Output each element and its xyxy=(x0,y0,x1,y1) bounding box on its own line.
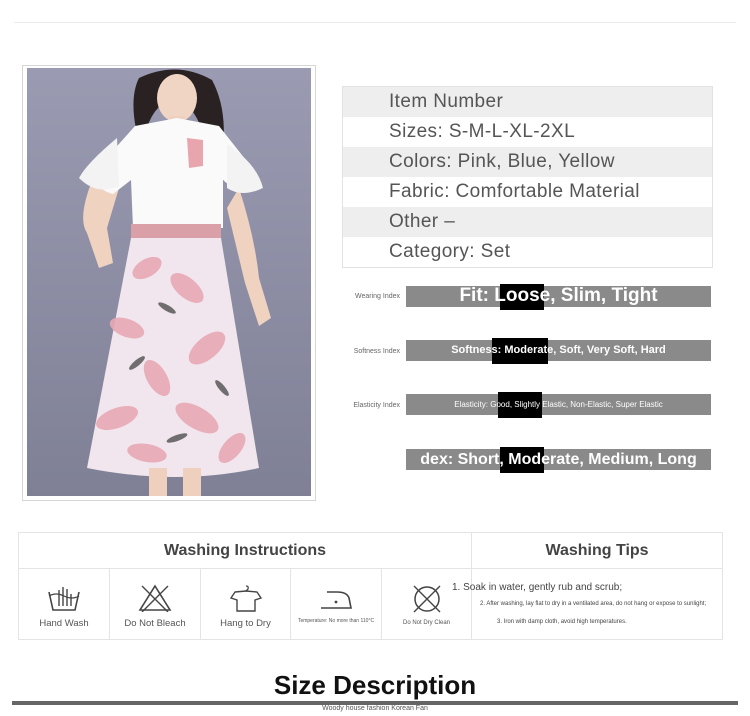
spec-row-other: Other – xyxy=(343,207,712,237)
no-bleach-label: Do Not Bleach xyxy=(124,618,186,629)
washing-tip-3: 3. Iron with damp cloth, avoid high temp… xyxy=(497,619,627,625)
elasticity-index-label: Elasticity Index xyxy=(353,402,400,409)
spec-row-sizes: Sizes: S-M-L-XL-2XL xyxy=(389,121,576,142)
softness-index-label: Softness Index xyxy=(353,348,400,355)
length-index-bar: dex: Short, Moderate, Medium, Long xyxy=(406,447,711,473)
iron-icon xyxy=(321,591,352,609)
hang-to-dry-label: Hang to Dry xyxy=(220,618,271,629)
hand-wash-cell: Hand Wash xyxy=(19,569,109,639)
hand-wash-label: Hand Wash xyxy=(39,618,89,629)
washing-tip-2: 2. After washing, lay flat to dry in a v… xyxy=(480,601,707,607)
softness-index-text: Softness: Moderate, Soft, Very Soft, Har… xyxy=(451,344,666,356)
washing-tip-1: 1. Soak in water, gently rub and scrub; xyxy=(452,582,623,593)
no-dry-clean-label: Do Not Dry Clean xyxy=(402,620,450,626)
elasticity-index-text: Elasticity: Good, Slightly Elastic, Non-… xyxy=(454,400,663,409)
tips-divider xyxy=(472,568,722,569)
no-bleach-cell: Do Not Bleach xyxy=(110,569,200,639)
spec-row-colors: Colors: Pink, Blue, Yellow xyxy=(343,147,712,177)
no-dry-clean-cell: Do Not Dry Clean xyxy=(382,569,471,639)
length-index-text: dex: Short, Moderate, Medium, Long xyxy=(420,451,697,468)
spec-row-category: Category: Set xyxy=(389,241,511,262)
washing-tips-title: Washing Tips xyxy=(545,542,649,559)
hang-to-dry-icon xyxy=(229,585,262,612)
washing-instructions-title: Washing Instructions xyxy=(163,542,327,559)
hand-wash-icon xyxy=(48,587,80,611)
no-dry-clean-icon xyxy=(413,585,440,613)
top-divider xyxy=(14,22,736,23)
hang-to-dry-cell: Hang to Dry xyxy=(201,569,290,639)
wearing-index-bar: Fit: Loose, Slim, Tight xyxy=(406,284,711,310)
iron-label: Temperature: No more than 110°C xyxy=(297,618,375,624)
product-photo xyxy=(22,65,316,501)
elasticity-index-bar: Elasticity: Good, Slightly Elastic, Non-… xyxy=(406,392,711,418)
spec-table: Item Number Sizes: S-M-L-XL-2XL Colors: … xyxy=(342,86,713,268)
spec-row-fabric: Fabric: Comfortable Material xyxy=(389,181,640,202)
model-illustration xyxy=(27,68,311,496)
footer: Woody house fashion Korean Fan xyxy=(0,697,750,715)
iron-cell: Temperature: No more than 110°C xyxy=(291,569,381,639)
wearing-index-label: Wearing Index xyxy=(354,293,400,300)
footer-text: Woody house fashion Korean Fan xyxy=(318,705,432,712)
wearing-index-text: Fit: Loose, Slim, Tight xyxy=(459,285,658,306)
spec-row-item-number: Item Number xyxy=(343,87,712,117)
no-bleach-icon xyxy=(138,584,172,612)
softness-index-bar: Softness: Moderate, Soft, Very Soft, Har… xyxy=(406,338,711,364)
